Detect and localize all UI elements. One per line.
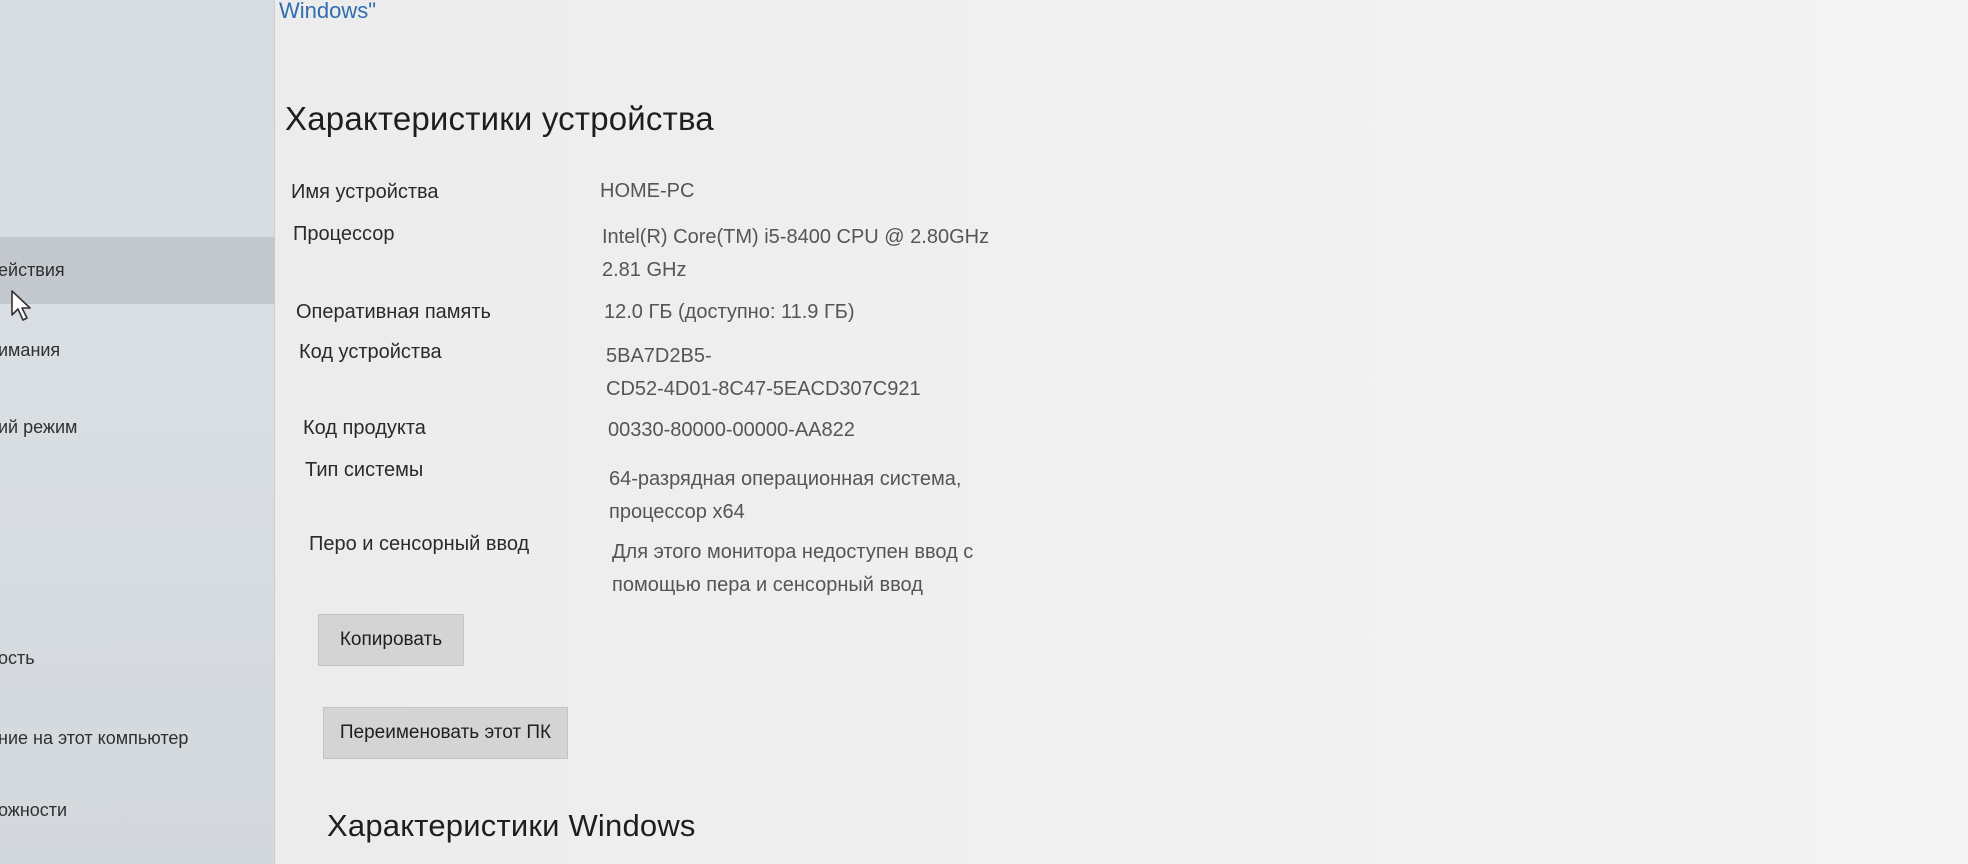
spec-value-line: помощью пера и сенсорный ввод (612, 574, 923, 596)
sidebar-item-label: ий режим (0, 416, 78, 437)
spec-value: 12.0 ГБ (доступно: 11.9 ГБ) (604, 296, 855, 329)
spec-label: Имя устройства (291, 181, 439, 203)
sidebar-item-features[interactable]: ожности (0, 780, 275, 840)
spec-value[interactable]: 00330-80000-00000-AA822 (608, 414, 855, 447)
spec-value-line: Intel(R) Core(TM) i5-8400 CPU @ 2.80GHz (602, 226, 990, 248)
spec-value-line: 64-разрядная операционная система, (609, 468, 962, 490)
spec-label: Тип системы (305, 459, 424, 481)
spec-label: Оперативная память (296, 301, 491, 323)
spec-value[interactable]: 5BA7D2B5- CD52-4D01-8C47-5EACD307C921 (606, 340, 921, 406)
sidebar-item-device-specs[interactable]: ействия (0, 237, 275, 304)
sidebar-item-label: ействия (0, 260, 65, 280)
spec-value-line: Для этого монитора недоступен ввод с (612, 541, 974, 563)
rename-pc-button[interactable]: Переименовать этот ПК (323, 707, 568, 759)
windows-link[interactable]: Windows" (279, 0, 376, 24)
sidebar-item-security[interactable]: ость (0, 628, 275, 688)
sidebar-item-label: ожности (0, 799, 68, 820)
spec-value-line: 00330-80000-00000-AA822 (608, 419, 855, 441)
windows-specs-title: Характеристики Windows (327, 808, 696, 843)
spec-label: Код продукта (303, 417, 426, 439)
spec-value: 64-разрядная операционная система, проце… (609, 463, 961, 529)
spec-value-line: 12.0 ГБ (доступно: 11.9 ГБ) (604, 301, 855, 323)
main-content: Windows" Характеристики устройства Имя у… (275, 0, 1968, 864)
spec-value-line: процессор x64 (609, 501, 745, 523)
spec-value: Для этого монитора недоступен ввод с пом… (612, 536, 973, 602)
sidebar-item-mode[interactable]: ий режим (0, 397, 275, 457)
copy-button[interactable]: Копировать (318, 614, 464, 666)
sidebar-item-label: ость (0, 647, 35, 668)
device-specs-title: Характеристики устройства (285, 100, 714, 137)
spec-value: HOME-PC (600, 175, 694, 208)
spec-value-line: CD52-4D01-8C47-5EACD307C921 (606, 378, 921, 400)
sidebar-item-label: ние на этот компьютер (0, 727, 189, 748)
spec-value-line: 5BA7D2B5- (606, 345, 712, 367)
sidebar-item-label: имания (0, 339, 61, 360)
spec-value-line: 2.81 GHz (602, 259, 687, 281)
spec-value-line: HOME-PC (600, 180, 695, 202)
spec-label: Процессор (293, 223, 395, 245)
spec-label: Код устройства (299, 341, 442, 363)
sidebar-item-attention[interactable]: имания (0, 320, 275, 380)
mouse-pointer-icon (11, 290, 31, 321)
sidebar-item-project-to-pc[interactable]: ние на этот компьютер (0, 708, 275, 768)
spec-label: Перо и сенсорный ввод (309, 533, 530, 555)
sidebar: ействия имания ий режим ость ние на этот… (0, 0, 275, 864)
spec-value: Intel(R) Core(TM) i5-8400 CPU @ 2.80GHz … (602, 221, 989, 287)
